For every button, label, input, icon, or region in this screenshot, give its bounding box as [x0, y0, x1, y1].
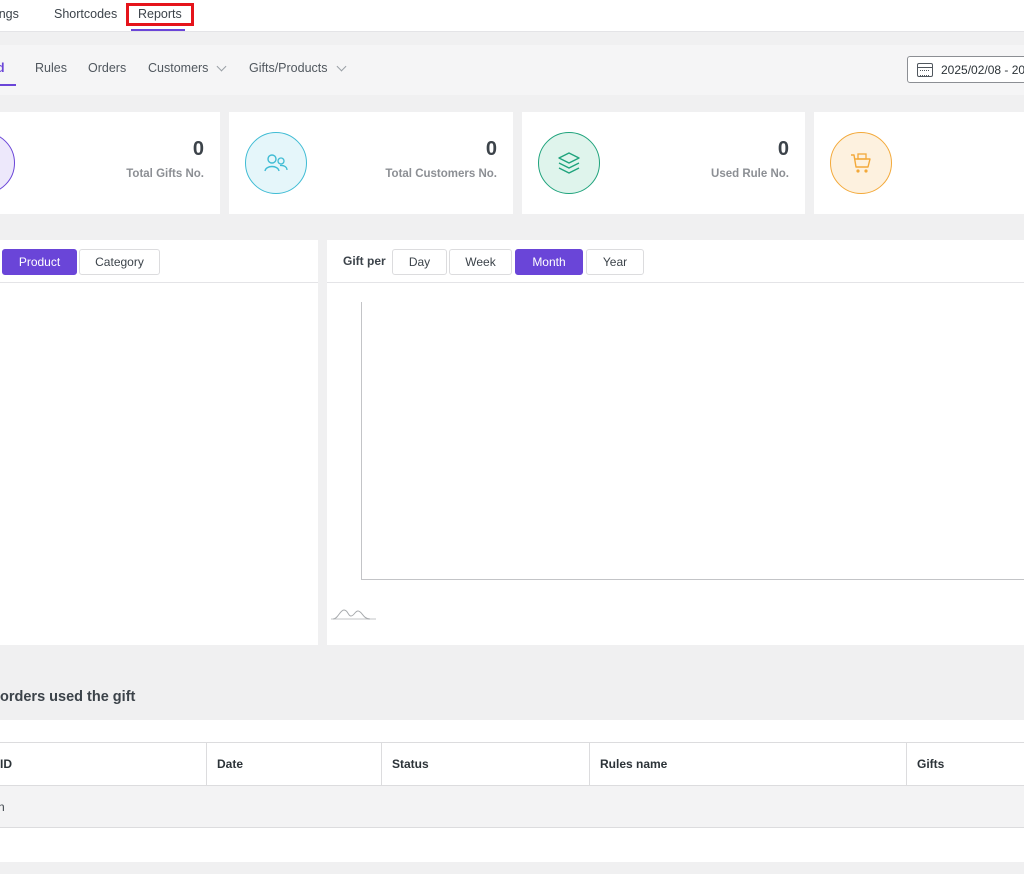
- stat-card-orders: [814, 112, 1024, 214]
- period-year[interactable]: Year: [586, 249, 644, 275]
- chart-y-axis: [361, 302, 362, 579]
- stat-value: 0: [192, 138, 204, 160]
- stat-card-total-gifts: 0 Total Gifts No.: [0, 112, 220, 214]
- top-items-panel: Product Category: [0, 240, 318, 645]
- chart-placeholder-icon: [331, 609, 376, 620]
- subnav-gifts-products-label: Gifts/Products: [249, 61, 328, 75]
- table-header: ID Date Status Rules name Gifts: [0, 742, 1024, 786]
- subnav-orders[interactable]: Orders: [88, 61, 126, 75]
- subnav-dashboard-label: rd: [0, 61, 5, 75]
- subnav-customers-label: Customers: [148, 61, 209, 75]
- active-tab-indicator: [131, 29, 185, 31]
- subnav-rules-label: Rules: [35, 61, 67, 75]
- subnav-customers[interactable]: Customers: [148, 61, 227, 75]
- orders-table: ID Date Status Rules name Gifts n: [0, 720, 1024, 862]
- gift-icon: [0, 132, 15, 194]
- stat-label: Total Customers No.: [385, 168, 497, 180]
- column-header-date: Date: [206, 743, 381, 785]
- period-month[interactable]: Month: [515, 249, 583, 275]
- stat-label: Total Gifts No.: [126, 168, 204, 180]
- gift-chart-panel: Gift per Day Week Month Year: [327, 240, 1024, 645]
- stat-value: 0: [777, 138, 789, 160]
- table-row: n: [0, 786, 1024, 828]
- subnav-orders-label: Orders: [88, 61, 127, 75]
- stat-label: Used Rule No.: [711, 168, 789, 180]
- chevron-down-icon: [336, 61, 346, 71]
- column-header-gifts: Gifts: [906, 743, 1024, 785]
- reports-subnav: rd Rules Orders Customers Gifts/Products: [0, 45, 1024, 95]
- period-day[interactable]: Day: [392, 249, 447, 275]
- toggle-category[interactable]: Category: [79, 249, 160, 275]
- period-week[interactable]: Week: [449, 249, 512, 275]
- column-header-rules-name: Rules name: [589, 743, 906, 785]
- subnav-rules[interactable]: Rules: [35, 61, 67, 75]
- column-header-id: ID: [0, 757, 12, 771]
- layers-icon: [538, 132, 600, 194]
- users-icon: [245, 132, 307, 194]
- subnav-active-indicator: [0, 84, 16, 86]
- orders-section-title: orders used the gift: [0, 689, 136, 705]
- empty-row-text: n: [0, 800, 5, 814]
- chevron-down-icon: [216, 61, 227, 71]
- column-header-status: Status: [381, 743, 589, 785]
- calendar-icon: [917, 62, 933, 77]
- top-tab-bar: ttings Shortcodes Reports: [0, 0, 1024, 32]
- toggle-product[interactable]: Product: [2, 249, 77, 275]
- stat-card-total-customers: 0 Total Customers No.: [229, 112, 513, 214]
- date-range-text: 2025/02/08 - 202: [941, 62, 1024, 77]
- stat-value: 0: [485, 138, 497, 160]
- subnav-gifts-products[interactable]: Gifts/Products: [249, 61, 346, 75]
- gift-chart-panel-header: Gift per Day Week Month Year: [327, 240, 1024, 283]
- stat-card-used-rules: 0 Used Rule No.: [522, 112, 805, 214]
- gift-per-label: Gift per: [343, 254, 386, 268]
- top-items-panel-header: Product Category: [0, 240, 318, 283]
- date-range-picker[interactable]: 2025/02/08 - 202: [907, 56, 1024, 83]
- reports-highlight-box: [126, 3, 194, 26]
- subnav-dashboard[interactable]: rd: [0, 61, 5, 75]
- chart-x-axis: [361, 579, 1024, 580]
- cart-icon: [830, 132, 892, 194]
- tab-settings[interactable]: ttings: [0, 7, 19, 21]
- tab-shortcodes[interactable]: Shortcodes: [54, 7, 117, 21]
